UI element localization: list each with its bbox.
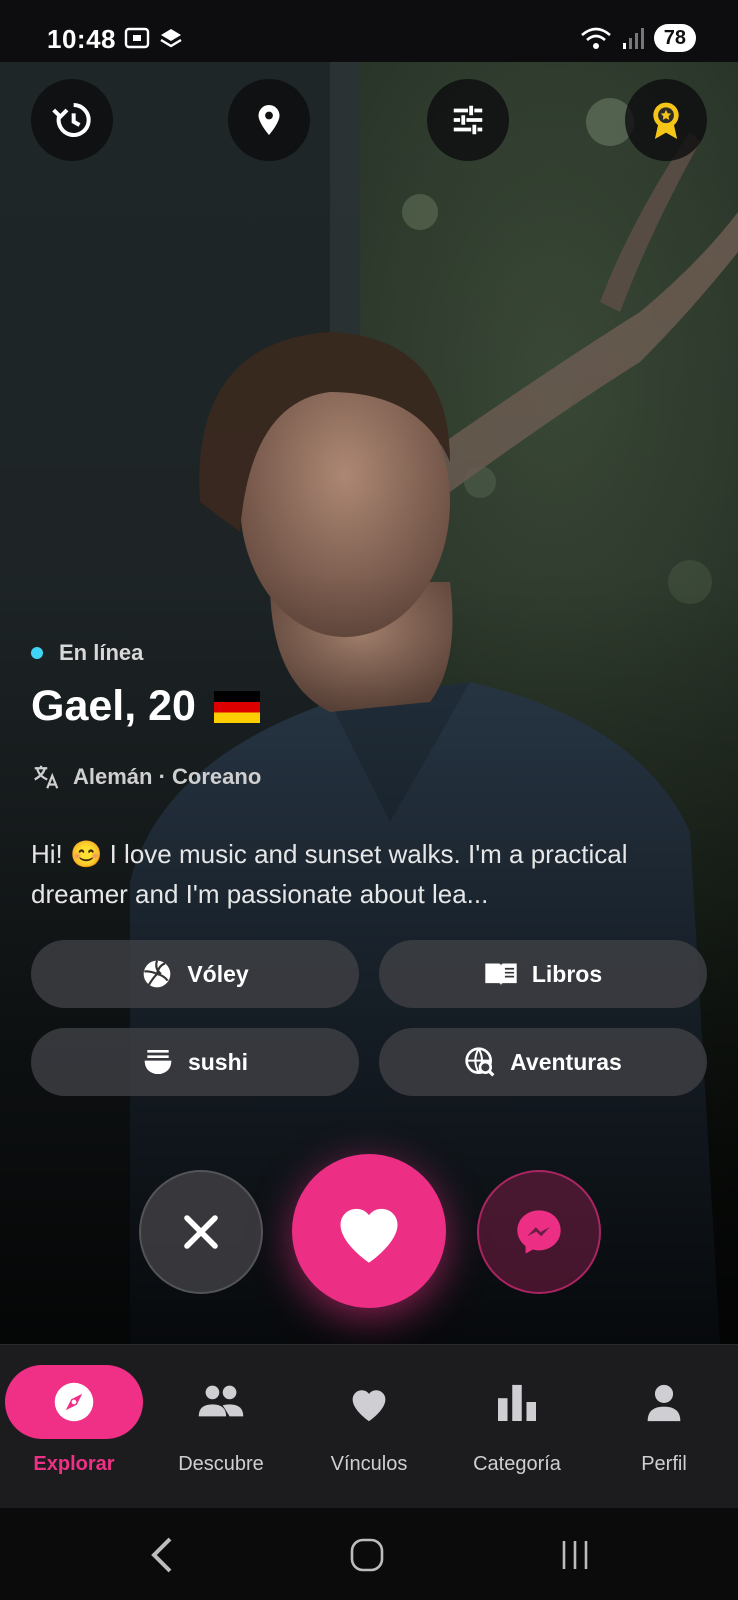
battery-level: 78 bbox=[653, 24, 696, 52]
nav-label: Descubre bbox=[178, 1453, 264, 1475]
status-system-icons: 78 bbox=[580, 24, 696, 52]
book-icon bbox=[485, 963, 517, 986]
heart-icon bbox=[352, 1390, 386, 1422]
status-time: 10:48 bbox=[47, 24, 116, 54]
nav-item-vinculos[interactable]: Vínculos bbox=[295, 1345, 443, 1509]
translate-icon bbox=[34, 765, 59, 789]
nav-label: Vínculos bbox=[330, 1453, 408, 1475]
profile-bio: Hi! 😊 I love music and sunset walks. I'm… bbox=[31, 839, 628, 909]
interest-label: Aventuras bbox=[510, 1048, 622, 1075]
nav-label: Explorar bbox=[33, 1453, 115, 1475]
globe-search-icon bbox=[465, 1047, 495, 1077]
close-icon bbox=[184, 1215, 218, 1249]
volleyball-icon bbox=[143, 960, 171, 988]
app-notification-icon bbox=[160, 29, 182, 48]
languages-text: Alemán · Coreano bbox=[73, 764, 262, 789]
history-button[interactable] bbox=[31, 79, 113, 161]
nav-item-perfil[interactable]: Perfil bbox=[590, 1345, 738, 1509]
status-bar: 10:48 78 bbox=[0, 0, 738, 62]
filters-button[interactable] bbox=[427, 79, 509, 161]
interest-chip-aventuras[interactable]: Aventuras bbox=[379, 1028, 707, 1096]
bottom-navigation: Explorar Descubre Vínculos Categoría Per… bbox=[0, 1344, 738, 1509]
heart-icon bbox=[340, 1208, 398, 1263]
germany-flag-icon bbox=[213, 690, 260, 723]
location-button[interactable] bbox=[228, 79, 310, 161]
nav-item-descubre[interactable]: Descubre bbox=[147, 1345, 295, 1509]
interest-chip-libros[interactable]: Libros bbox=[379, 940, 707, 1008]
signal-icon bbox=[622, 28, 644, 49]
location-pin-icon bbox=[258, 105, 280, 135]
online-status: En línea bbox=[31, 640, 143, 666]
recents-icon bbox=[562, 1541, 588, 1569]
interest-label: sushi bbox=[187, 1048, 249, 1075]
nav-item-explorar[interactable]: Explorar bbox=[0, 1345, 148, 1509]
person-icon bbox=[647, 1384, 681, 1422]
interest-label: Libros bbox=[531, 960, 603, 987]
active-indicator bbox=[5, 1365, 143, 1439]
back-button[interactable] bbox=[132, 1530, 192, 1580]
home-icon bbox=[350, 1538, 384, 1572]
messenger-icon bbox=[517, 1210, 561, 1254]
languages-row: Alemán · Coreano bbox=[31, 762, 261, 792]
compass-icon bbox=[54, 1382, 94, 1422]
dislike-button[interactable] bbox=[139, 1170, 263, 1294]
profile-name-row: Gael, 20 bbox=[31, 682, 260, 731]
interest-chip-voley[interactable]: Vóley bbox=[31, 940, 359, 1008]
premium-badge-icon bbox=[653, 102, 679, 139]
online-label: En línea bbox=[59, 640, 144, 665]
like-button[interactable] bbox=[292, 1154, 446, 1308]
screenshot-icon bbox=[124, 27, 150, 49]
ramen-bowl-icon bbox=[144, 1050, 172, 1074]
history-icon bbox=[52, 103, 91, 137]
nav-item-categoria[interactable]: Categoría bbox=[443, 1345, 591, 1509]
premium-button[interactable] bbox=[625, 79, 707, 161]
profile-photo-card[interactable]: En línea Gael, 20 Alemán · Coreano Hi! 😊… bbox=[0, 62, 738, 1344]
back-chevron-icon bbox=[151, 1537, 172, 1573]
recents-button[interactable] bbox=[545, 1530, 605, 1580]
wifi-icon bbox=[580, 27, 611, 49]
system-navigation-bar bbox=[0, 1508, 738, 1600]
interest-label: Vóley bbox=[187, 960, 249, 987]
home-button[interactable] bbox=[337, 1530, 397, 1580]
message-button[interactable] bbox=[477, 1170, 601, 1294]
filter-sliders-icon bbox=[453, 105, 483, 135]
nav-label: Categoría bbox=[473, 1453, 561, 1475]
interest-chip-sushi[interactable]: sushi bbox=[31, 1028, 359, 1096]
nav-label: Perfil bbox=[641, 1453, 687, 1475]
status-notification-icons bbox=[124, 26, 184, 50]
bar-chart-icon bbox=[498, 1384, 536, 1421]
profile-name-age: Gael, 20 bbox=[31, 682, 196, 730]
people-icon bbox=[198, 1385, 244, 1417]
online-dot bbox=[31, 647, 43, 659]
